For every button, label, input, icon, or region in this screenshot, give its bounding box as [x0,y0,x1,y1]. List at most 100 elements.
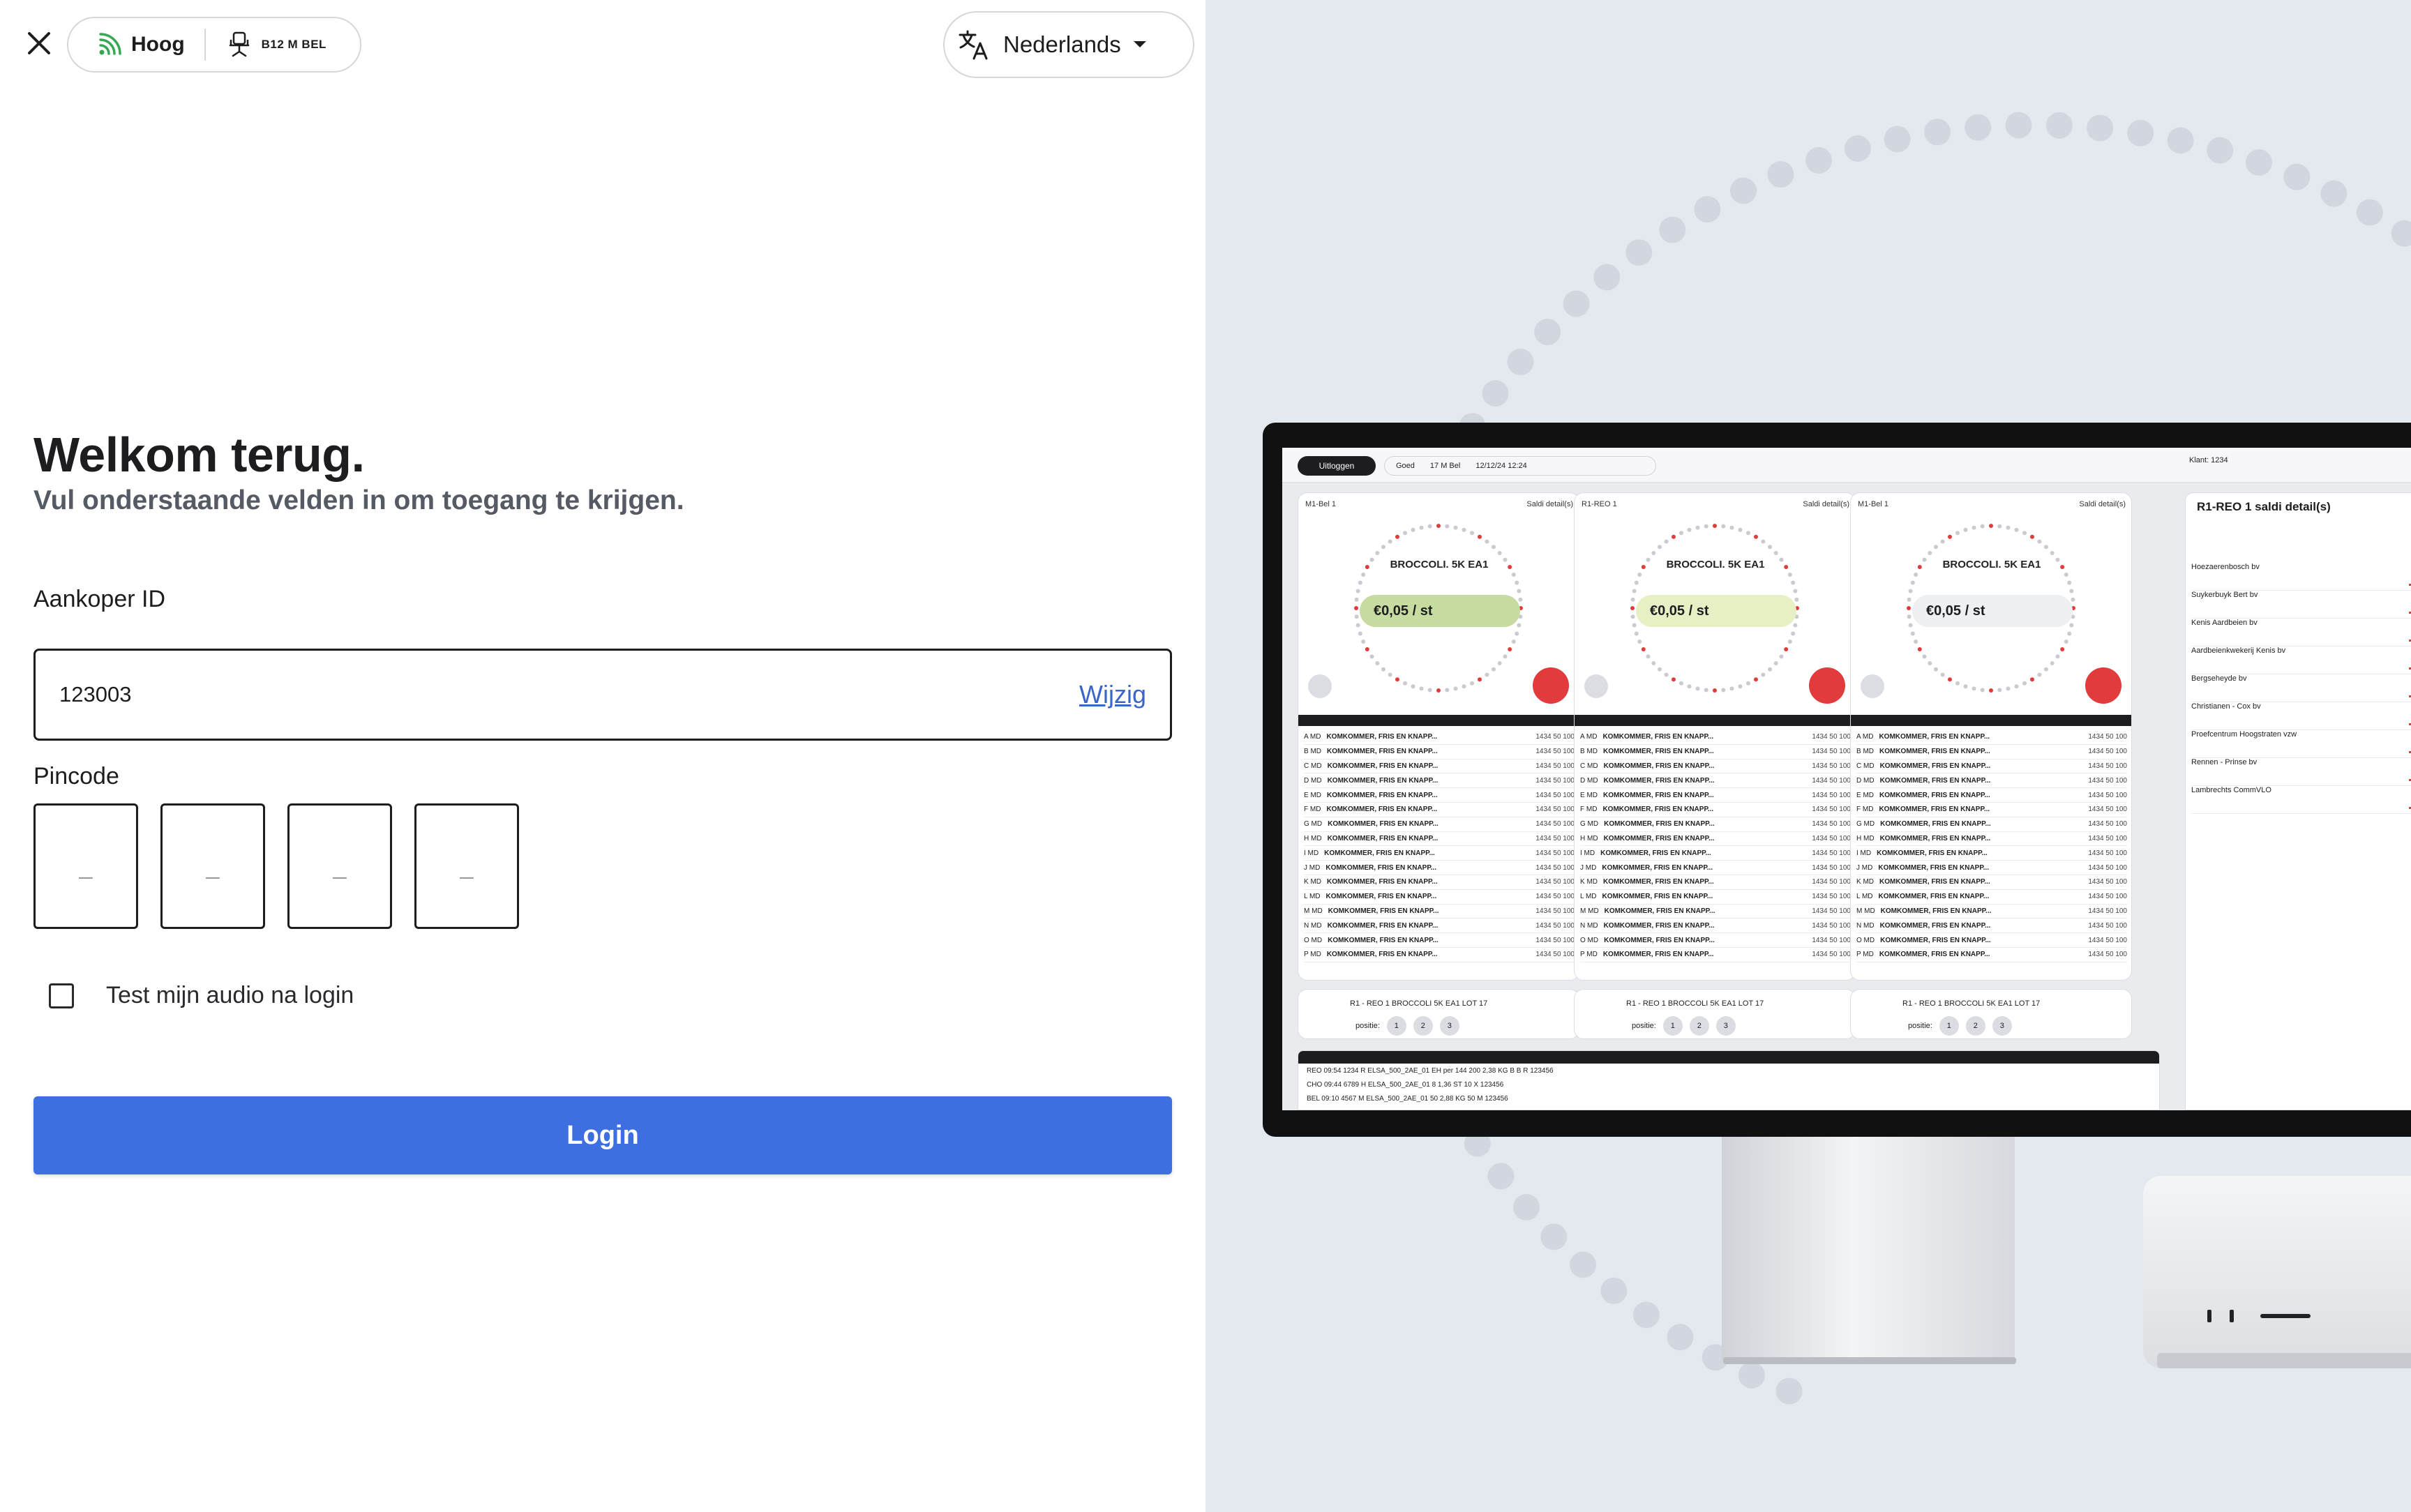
product-preview-panel: Uitloggen Goed 17 M Bel 12/12/24 12:24 K… [1206,0,2411,1512]
table-row: N MD KOMKOMMER, FRIS EN KNAPP... 1434 50 1… [1856,918,2127,934]
row-prefix: J MD [1580,863,1597,872]
row-values: 1434 50 100 [1535,806,1575,814]
row-values: 1434 50 100 [2088,733,2127,741]
change-buyer-id-link[interactable]: Wijzig [1079,680,1146,709]
table-row: BEL 09:10 4567 M ELSA_500_2AE_01 50 2,88… [1307,1094,1508,1103]
row-product: KOMKOMMER, FRIS EN KNAPP... [1879,921,1991,930]
row-values: 1434 50 100 [1812,893,1851,901]
row-product: KOMKOMMER, FRIS EN KNAPP... [1325,893,1437,901]
row-product: KOMKOMMER, FRIS EN KNAPP... [1600,849,1711,857]
close-button[interactable] [25,29,53,57]
preview-lot-table-header [1851,715,2131,726]
row-product: KOMKOMMER, FRIS EN KNAPP... [1879,951,1990,959]
preview-lot-label: R1 - REO 1 BROCCOLI 5K EA1 LOT 17 [1350,999,1488,1008]
row-product: KOMKOMMER, FRIS EN KNAPP... [1603,791,1714,799]
pin-digit-4[interactable]: _ [414,803,519,929]
buyer-id-field[interactable]: 123003 Wijzig [33,649,1172,741]
row-prefix: D MD [1304,776,1322,785]
language-selector[interactable]: Nederlands [943,11,1194,78]
row-prefix: P MD [1304,951,1321,959]
table-row: O MD KOMKOMMER, FRIS EN KNAPP... 1434 50 1… [1304,933,1575,948]
row-prefix: J MD [1856,863,1873,872]
row-product: KOMKOMMER, FRIS EN KNAPP... [1603,748,1714,756]
row-prefix: A MD [1856,733,1874,741]
row-product: KOMKOMMER, FRIS EN KNAPP... [1327,878,1438,886]
audio-test-label[interactable]: Test mijn audio na login [106,982,354,1009]
row-product: KOMKOMMER, FRIS EN KNAPP... [1880,820,1991,829]
login-button[interactable]: Login [33,1096,1172,1174]
table-row: C MD KOMKOMMER, FRIS EN KNAPP... 1434 50 1… [1856,759,2127,774]
row-values: 1434 50 100 [1535,748,1575,756]
table-row: H MD KOMKOMMER, FRIS EN KNAPP... 1434 50 1… [1580,832,1851,847]
speaker-icon [1861,674,1884,698]
table-row: H MD KOMKOMMER, FRIS EN KNAPP... 1434 50 1… [1304,832,1575,847]
pin-digit-1[interactable]: _ [33,803,138,929]
preview-klant: Klant: 1234 [2189,456,2228,464]
row-values: 1434 50 100 [2088,776,2127,785]
preview-clock-name: M1-Bel 1 [1858,500,1889,508]
row-product: KOMKOMMER, FRIS EN KNAPP... [1327,776,1439,785]
row-product: KOMKOMMER, FRIS EN KNAPP... [1327,791,1438,799]
table-row: A MD KOMKOMMER, FRIS EN KNAPP... 1434 50 1… [1304,730,1575,745]
preview-saldi-link: Saldi detail(s) [2079,500,2126,508]
list-item: Kenis Aardbeien bv [2191,619,2411,647]
page-subtitle: Vul onderstaande velden in om toegang te… [33,485,684,515]
row-product: KOMKOMMER, FRIS EN KNAPP... [1879,791,1990,799]
monitor-illustration: Uitloggen Goed 17 M Bel 12/12/24 12:24 K… [1263,423,2411,1137]
row-values: 1434 50 100 [2088,820,2127,829]
row-prefix: H MD [1856,834,1875,842]
table-row: D MD KOMKOMMER, FRIS EN KNAPP... 1434 50 1… [1580,773,1851,789]
row-values: 1434 50 100 [1535,878,1575,886]
row-prefix: F MD [1856,806,1874,814]
table-row: C MD KOMKOMMER, FRIS EN KNAPP... 1434 50 1… [1304,759,1575,774]
row-prefix: B MD [1580,748,1598,756]
row-prefix: B MD [1304,748,1321,756]
row-product: KOMKOMMER, FRIS EN KNAPP... [1877,849,1988,857]
row-product: KOMKOMMER, FRIS EN KNAPP... [1602,863,1713,872]
saldi-row-name: Kenis Aardbeien bv [2191,619,2258,627]
page-title: Welkom terug. [33,428,365,482]
pin-digit-3[interactable]: _ [287,803,392,929]
row-product: KOMKOMMER, FRIS EN KNAPP... [1879,806,1990,814]
row-values: 1434 50 100 [1812,878,1851,886]
table-row: F MD KOMKOMMER, FRIS EN KNAPP... 1434 50 1… [1580,803,1851,817]
preview-logout: Uitloggen [1298,456,1376,476]
caret-down-icon [1133,41,1146,47]
row-prefix: I MD [1580,849,1595,857]
row-prefix: F MD [1580,806,1598,814]
row-values: 1434 50 100 [2088,936,2127,944]
saldi-row-name: Bergseheyde bv [2191,674,2247,683]
buyer-id-value: 123003 [59,682,132,706]
row-product: KOMKOMMER, FRIS EN KNAPP... [1879,878,1990,886]
row-values: 1434 50 100 [1812,820,1851,829]
row-values: 1434 50 100 [1812,776,1851,785]
table-row: B MD KOMKOMMER, FRIS EN KNAPP... 1434 50 1… [1304,745,1575,759]
row-values: 1434 50 100 [1535,791,1575,799]
row-product: KOMKOMMER, FRIS EN KNAPP... [1328,936,1439,944]
table-row: E MD KOMKOMMER, FRIS EN KNAPP... 1434 50 1… [1856,788,2127,803]
row-values: 1434 50 100 [1812,951,1851,959]
row-values: 1434 50 100 [1812,863,1851,872]
row-prefix: P MD [1580,951,1598,959]
list-item: Proefcentrum Hoogstraten vzw [2191,730,2411,758]
row-product: KOMKOMMER, FRIS EN KNAPP... [1603,776,1715,785]
row-product: KOMKOMMER, FRIS EN KNAPP... [1878,863,1990,872]
row-values: 1434 50 100 [1812,921,1851,930]
pin-digit-2[interactable]: _ [160,803,265,929]
table-row: I MD KOMKOMMER, FRIS EN KNAPP... 1434 50 1… [1856,846,2127,861]
row-prefix: A MD [1580,733,1598,741]
preview-status: Goed 17 M Bel 12/12/24 12:24 [1384,456,1656,476]
preview-lot-label: R1 - REO 1 BROCCOLI 5K EA1 LOT 17 [1626,999,1764,1008]
row-prefix: G MD [1856,820,1875,829]
row-prefix: M MD [1856,907,1875,915]
table-row: O MD KOMKOMMER, FRIS EN KNAPP... 1434 50 1… [1856,933,2127,948]
position-dot: 1 [1386,1016,1406,1036]
row-product: KOMKOMMER, FRIS EN KNAPP... [1604,936,1715,944]
row-prefix: A MD [1304,733,1321,741]
audio-test-checkbox[interactable] [49,983,74,1008]
auction-hammer-icon [2085,667,2121,704]
table-row: K MD KOMKOMMER, FRIS EN KNAPP... 1434 50 1… [1580,875,1851,890]
signal-status: Hoog [68,33,185,56]
mac-studio-base [2157,1353,2411,1368]
row-product: KOMKOMMER, FRIS EN KNAPP... [1604,820,1715,829]
